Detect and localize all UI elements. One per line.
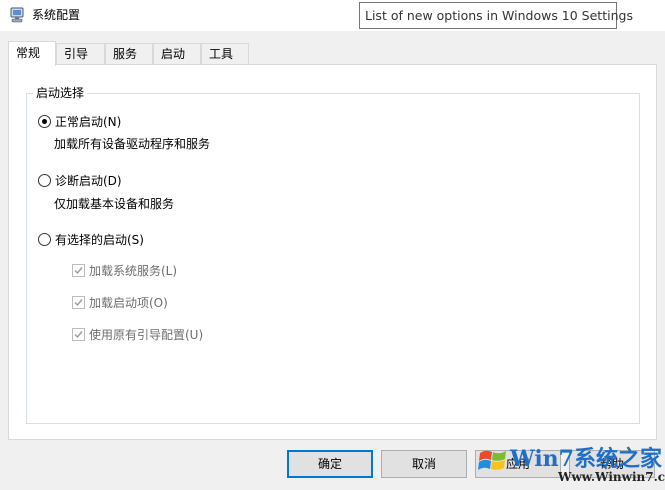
watermark-url: Www.Winwin7.com bbox=[558, 470, 665, 484]
diagnostic-startup-label: 诊断启动(D) bbox=[55, 174, 122, 188]
tab-general[interactable]: 常规 bbox=[8, 41, 56, 66]
load-startup-items-label: 加载启动项(O) bbox=[89, 296, 168, 310]
ok-button[interactable]: 确定 bbox=[287, 450, 373, 478]
system-configuration-window: 系统配置 List of new options in Windows 10 S… bbox=[0, 0, 665, 490]
load-system-services-label: 加载系统服务(L) bbox=[89, 264, 178, 278]
watermark-brand-suffix: 系统之家 bbox=[573, 446, 662, 472]
cancel-button[interactable]: 取消 bbox=[381, 450, 467, 478]
tab-startup[interactable]: 启动 bbox=[153, 43, 201, 64]
watermark: Win7系统之家 Www.Winwin7.com bbox=[470, 437, 665, 490]
selective-startup-label: 有选择的启动(S) bbox=[55, 233, 144, 247]
radio-button[interactable] bbox=[38, 174, 51, 187]
watermark-brand-prefix: Win7 bbox=[510, 446, 574, 472]
checkbox[interactable] bbox=[72, 328, 85, 341]
checkbox[interactable] bbox=[72, 264, 85, 277]
checkmark-icon bbox=[74, 331, 83, 339]
tab-boot[interactable]: 引导 bbox=[56, 43, 105, 64]
window-title: 系统配置 bbox=[32, 8, 81, 22]
normal-startup-description: 加载所有设备驱动程序和服务 bbox=[54, 137, 211, 151]
use-original-boot-config-label: 使用原有引导配置(U) bbox=[89, 328, 204, 342]
tab-services[interactable]: 服务 bbox=[105, 43, 153, 64]
watermark-brand: Win7系统之家 bbox=[510, 441, 662, 473]
diagnostic-startup-description: 仅加载基本设备和服务 bbox=[54, 197, 175, 211]
group-title: 启动选择 bbox=[33, 85, 88, 101]
windows-flag-icon bbox=[478, 450, 506, 470]
tooltip: List of new options in Windows 10 Settin… bbox=[359, 2, 633, 29]
msconfig-icon bbox=[10, 7, 24, 23]
radio-button[interactable] bbox=[38, 115, 51, 128]
checkbox[interactable] bbox=[72, 296, 85, 309]
checkmark-icon bbox=[74, 267, 83, 275]
radio-button[interactable] bbox=[38, 233, 51, 246]
checkmark-icon bbox=[74, 299, 83, 307]
tab-tools[interactable]: 工具 bbox=[201, 43, 249, 64]
normal-startup-label: 正常启动(N) bbox=[55, 115, 122, 129]
general-tab-panel: 启动选择 正常启动(N) 加载所有设备驱动程序和服务 诊断启动(D) 仅加载基本… bbox=[8, 64, 657, 440]
